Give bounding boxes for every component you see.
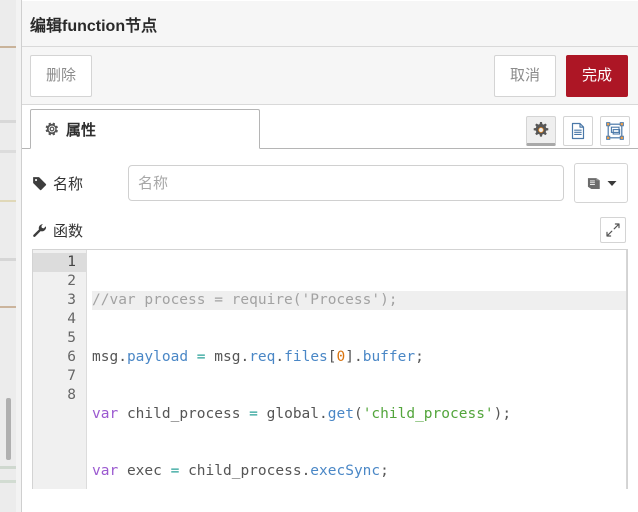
workspace-canvas-strip [0, 0, 16, 512]
wrench-icon [32, 223, 47, 238]
editor-line-number-gutter: 1 2 3 4 5 6 7 8 [33, 250, 87, 489]
name-library-button[interactable] [574, 163, 628, 203]
dialog-tab-strip: 属性 [22, 105, 638, 149]
name-input[interactable] [128, 165, 564, 201]
function-label-text: 函数 [53, 222, 84, 240]
dialog-title: 编辑function节点 [30, 17, 158, 35]
canvas-fleck [0, 150, 16, 153]
line-number: 3 [67, 292, 76, 308]
function-label: 函数 [32, 220, 83, 241]
line-number: 8 [67, 387, 76, 403]
function-code-editor[interactable]: 1 2 3 4 5 6 7 8 //var process = require(… [32, 249, 628, 489]
dialog-resize-handle[interactable] [6, 398, 11, 460]
cancel-button[interactable]: 取消 [494, 54, 556, 97]
gear-icon-button[interactable] [526, 116, 556, 146]
tab-properties-label: 属性 [66, 121, 97, 139]
description-icon [570, 122, 586, 140]
description-icon-button[interactable] [563, 116, 593, 146]
canvas-fleck [0, 480, 16, 483]
line-number: 6 [67, 349, 76, 365]
line-number: 1 [33, 253, 86, 272]
appearance-icon-button[interactable] [600, 116, 630, 146]
code-line: msg.payload = msg.req.files[0].buffer; [92, 349, 424, 365]
line-number: 5 [67, 330, 76, 346]
name-label: 名称 [32, 173, 128, 194]
dialog-body: 名称 名称 函数 1 2 3 4 5 6 7 8 //var process =… [22, 149, 638, 489]
editor-scrollbar[interactable] [626, 250, 627, 489]
expand-editor-button[interactable] [600, 217, 626, 243]
tab-properties[interactable]: 属性 [30, 109, 260, 149]
editor-code-area[interactable]: //var process = require('Process'); msg.… [87, 250, 627, 489]
canvas-fleck [0, 46, 16, 48]
canvas-fleck [0, 306, 16, 308]
edit-function-node-dialog: 编辑function节点 删除 取消 完成 属性 名称 名称 函数 1 2 3 … [22, 0, 638, 512]
line-number: 2 [67, 273, 76, 289]
line-number: 7 [67, 368, 76, 384]
expand-arrows-icon [606, 223, 620, 237]
chevron-down-icon [607, 180, 617, 187]
line-number: 4 [67, 311, 76, 327]
gear-icon [45, 122, 59, 136]
canvas-fleck [0, 258, 16, 261]
canvas-fleck [0, 466, 16, 469]
canvas-fleck [0, 120, 16, 123]
name-label-text: 名称 [53, 175, 84, 193]
dialog-primary-actions: 取消 完成 [494, 54, 628, 97]
gear-icon [533, 122, 549, 138]
code-line: var exec = child_process.execSync; [92, 463, 389, 479]
dialog-button-bar: 删除 取消 完成 [22, 47, 638, 105]
code-line: var child_process = global.get('child_pr… [92, 406, 512, 422]
function-row: 函数 [32, 217, 628, 243]
dialog-titlebar: 编辑function节点 [22, 1, 638, 47]
appearance-icon [606, 122, 624, 140]
book-icon [586, 176, 603, 191]
tab-icon-button-group [526, 116, 630, 146]
canvas-fleck [0, 200, 16, 202]
code-line: //var process = require('Process'); [92, 291, 627, 310]
tag-icon [32, 176, 47, 191]
delete-button[interactable]: 删除 [30, 54, 92, 97]
done-button[interactable]: 完成 [566, 54, 628, 97]
name-row: 名称 [32, 163, 628, 203]
